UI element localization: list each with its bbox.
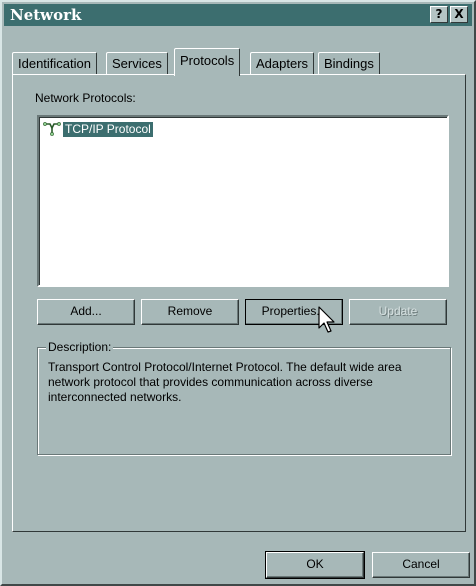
- network-protocols-label: Network Protocols:: [35, 91, 136, 105]
- list-item[interactable]: TCP/IP Protocol: [43, 121, 153, 137]
- network-protocol-icon: [43, 122, 61, 136]
- tab-identification[interactable]: Identification: [12, 52, 97, 74]
- help-button[interactable]: ?: [430, 6, 448, 23]
- ok-button[interactable]: OK: [265, 551, 365, 579]
- list-item-label: TCP/IP Protocol: [63, 121, 153, 137]
- description-text: Transport Control Protocol/Internet Prot…: [48, 360, 402, 404]
- close-button[interactable]: X: [450, 6, 468, 23]
- protocols-panel: Network Protocols: TCP/IP Protocol Add..…: [12, 74, 466, 532]
- tab-bindings[interactable]: Bindings: [318, 52, 380, 74]
- cancel-button[interactable]: Cancel: [372, 552, 470, 578]
- remove-button[interactable]: Remove: [141, 299, 239, 325]
- title-bar[interactable]: Network ? X: [4, 4, 472, 26]
- update-button[interactable]: Update: [349, 299, 447, 325]
- protocols-listbox[interactable]: TCP/IP Protocol: [37, 115, 449, 287]
- description-legend: Description:: [46, 340, 114, 354]
- network-dialog: Network ? X Identification Services Prot…: [0, 0, 476, 586]
- tab-services[interactable]: Services: [106, 52, 168, 74]
- tab-adapters[interactable]: Adapters: [250, 52, 315, 74]
- window-title: Network: [10, 6, 82, 24]
- tab-protocols[interactable]: Protocols: [174, 48, 241, 76]
- description-group: Description: Transport Control Protocol/…: [37, 340, 451, 455]
- properties-button[interactable]: Properties...: [245, 299, 343, 325]
- add-button[interactable]: Add...: [37, 299, 135, 325]
